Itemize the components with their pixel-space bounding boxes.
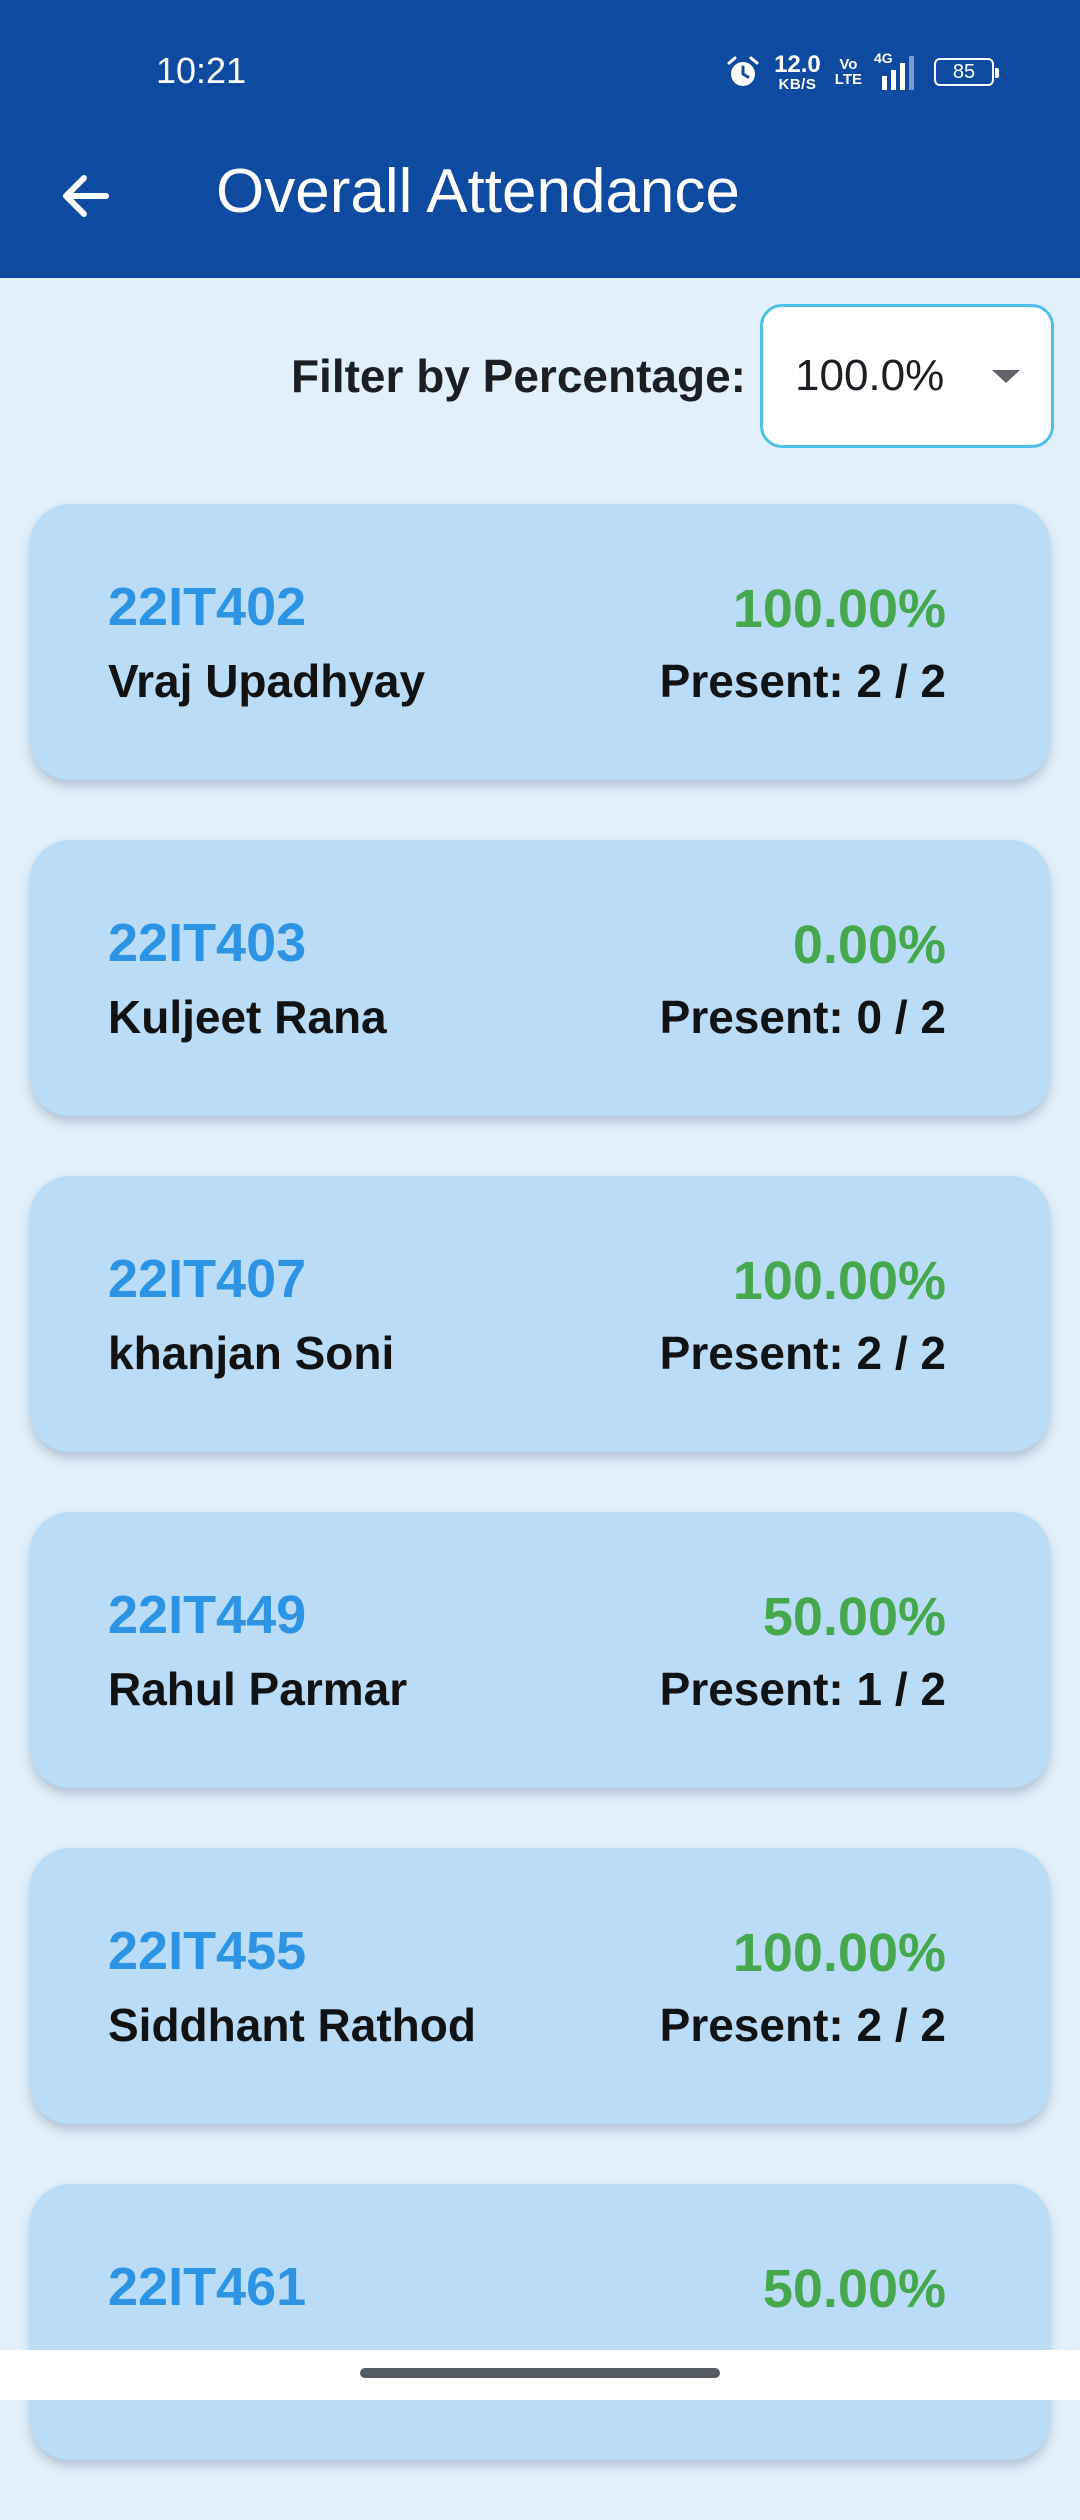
home-indicator[interactable] <box>360 2368 720 2378</box>
net-speed: 12.0 KB/S <box>774 50 821 93</box>
network-type: 4G <box>874 50 893 66</box>
present-count: Present: 2 / 2 <box>659 1327 946 1379</box>
alarm-icon <box>726 55 760 89</box>
battery-icon: 85 <box>934 58 999 86</box>
student-list: 22IT402 Vraj Upadhyay 100.00% Present: 2… <box>30 504 1050 2520</box>
signal-bar <box>891 70 896 90</box>
attendance-percentage: 50.00% <box>762 1587 946 1647</box>
attendance-percentage: 100.00% <box>732 1251 946 1311</box>
attendance-percentage: 100.00% <box>732 1923 946 1983</box>
volte-indicator: Vo LTE <box>835 57 862 87</box>
attendance-percentage: 50.00% <box>762 2259 946 2319</box>
student-card[interactable]: 22IT402 Vraj Upadhyay 100.00% Present: 2… <box>30 504 1050 780</box>
volte-bottom: LTE <box>834 71 862 88</box>
student-name: Vraj Upadhyay <box>108 655 426 707</box>
status-time: 10:21 <box>156 50 247 91</box>
student-id: 22IT402 <box>108 577 307 637</box>
student-name: khanjan Soni <box>108 1327 395 1379</box>
attendance-percentage: 0.00% <box>792 915 946 975</box>
student-card[interactable]: 22IT407 khanjan Soni 100.00% Present: 2 … <box>30 1176 1050 1452</box>
present-count: Present: 2 / 2 <box>659 1999 946 2051</box>
student-name: Rahul Parmar <box>108 1663 408 1715</box>
student-id: 22IT461 <box>108 2257 307 2317</box>
battery-level: 85 <box>952 60 976 83</box>
arrow-left-icon <box>63 175 109 217</box>
student-card[interactable]: 22IT449 Rahul Parmar 50.00% Present: 1 /… <box>30 1512 1050 1788</box>
net-speed-unit: KB/S <box>778 75 817 93</box>
net-speed-value: 12.0 <box>774 50 821 78</box>
app-header: 10:21 12.0 KB/S Vo LTE 4G 85 Overall Att… <box>0 0 1080 278</box>
student-id: 22IT403 <box>108 913 307 973</box>
system-nav-bar <box>0 2350 1080 2400</box>
signal-bar <box>900 63 905 90</box>
signal-icon: 4G <box>874 50 914 90</box>
student-card[interactable]: 22IT403 Kuljeet Rana 0.00% Present: 0 / … <box>30 840 1050 1116</box>
present-count: Present: 0 / 2 <box>659 991 946 1043</box>
volte-top: Vo <box>839 56 858 73</box>
present-count: Present: 2 / 2 <box>659 655 946 707</box>
filter-label: Filter by Percentage: <box>290 350 746 402</box>
student-id: 22IT407 <box>108 1249 307 1309</box>
present-count: Present: 1 / 2 <box>659 1663 946 1715</box>
percentage-filter-dropdown[interactable]: 100.0% <box>760 304 1054 448</box>
filter-row: Filter by Percentage: 100.0% <box>291 302 1054 450</box>
student-name: Siddhant Rathod <box>108 1999 476 2051</box>
page-title: Overall Attendance <box>216 157 740 226</box>
caret-down-icon <box>992 370 1020 383</box>
back-button[interactable] <box>50 160 122 232</box>
student-card[interactable]: 22IT461 50.00% <box>30 2184 1050 2460</box>
student-id: 22IT455 <box>108 1921 307 1981</box>
student-card[interactable]: 22IT455 Siddhant Rathod 100.00% Present:… <box>30 1848 1050 2124</box>
signal-bar <box>882 76 887 90</box>
signal-bar <box>909 56 914 90</box>
attendance-percentage: 100.00% <box>732 579 946 639</box>
filter-selected-value: 100.0% <box>795 351 945 400</box>
status-icons: 12.0 KB/S Vo LTE 4G 85 <box>726 48 999 96</box>
student-id: 22IT449 <box>108 1585 307 1645</box>
student-name: Kuljeet Rana <box>108 991 387 1043</box>
